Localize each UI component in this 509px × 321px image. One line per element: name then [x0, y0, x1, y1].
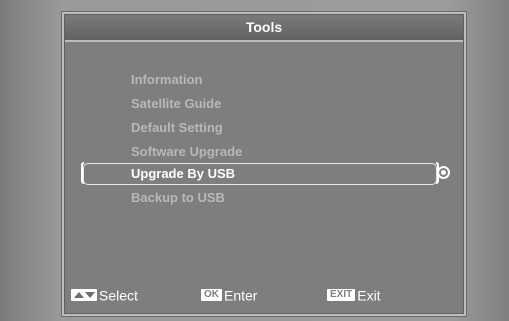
exit-hint: EXIT Exit [327, 286, 381, 306]
footer-hints: Select OK Enter EXIT Exit [65, 281, 463, 311]
up-down-arrows-icon [71, 289, 97, 302]
ok-key-icon: OK [201, 289, 222, 302]
menu-item-backup-to-usb[interactable]: Backup to USB [131, 190, 225, 208]
enter-hint: OK Enter [201, 286, 257, 306]
tools-window: Tools Information Satellite Guide Defaul… [64, 14, 464, 314]
menu-item-satellite-guide[interactable]: Satellite Guide [131, 96, 221, 114]
window-title: Tools [245, 19, 283, 35]
menu-item-default-setting[interactable]: Default Setting [131, 120, 223, 138]
selection-highlight [81, 162, 439, 185]
select-hint-label: Select [99, 287, 138, 304]
menu-item-software-upgrade[interactable]: Software Upgrade [131, 144, 242, 162]
target-circle-icon [437, 166, 450, 179]
exit-hint-label: Exit [357, 287, 381, 304]
menu-item-information[interactable]: Information [131, 72, 203, 90]
enter-hint-label: Enter [224, 287, 258, 304]
title-bar: Tools [65, 15, 463, 42]
select-hint: Select [71, 286, 138, 306]
exit-key-icon: EXIT [327, 289, 356, 302]
